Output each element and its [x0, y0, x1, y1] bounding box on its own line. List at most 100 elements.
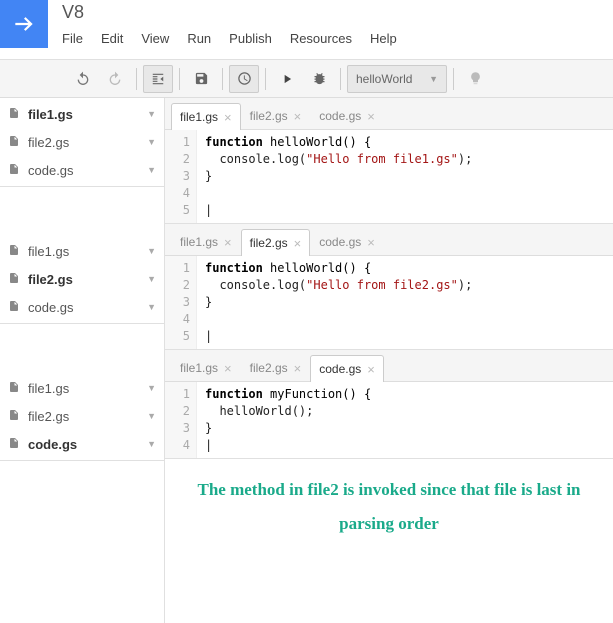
- close-icon[interactable]: ×: [294, 109, 302, 124]
- file-icon: [8, 163, 22, 178]
- tab-label: file1.gs: [180, 110, 218, 124]
- sidebar-file-item[interactable]: code.gs ▼: [0, 293, 164, 321]
- sidebar-file-item[interactable]: file1.gs ▼: [0, 374, 164, 402]
- file-menu-chevron[interactable]: ▼: [147, 439, 156, 449]
- tabstrip: file1.gs × file2.gs × code.gs ×: [165, 350, 613, 382]
- app-logo: [0, 0, 48, 48]
- file-icon: [8, 300, 22, 315]
- tab-label: code.gs: [319, 109, 361, 123]
- editors-column: file1.gs×file2.gs×code.gs×12345function …: [165, 98, 613, 623]
- sidebar-file-item[interactable]: file1.gs ▼: [0, 100, 164, 128]
- file-menu-chevron[interactable]: ▼: [147, 302, 156, 312]
- toolbar: helloWorld ▼: [0, 60, 613, 98]
- file-icon: [8, 135, 22, 150]
- tab-label: file2.gs: [250, 236, 288, 250]
- close-icon[interactable]: ×: [367, 235, 375, 250]
- triggers-button[interactable]: [229, 65, 259, 93]
- file-icon: [8, 381, 22, 396]
- editor-tab[interactable]: code.gs ×: [310, 102, 384, 129]
- close-icon[interactable]: ×: [224, 110, 232, 125]
- tabstrip: file1.gs × file2.gs × code.gs ×: [165, 98, 613, 130]
- run-button[interactable]: [272, 65, 302, 93]
- function-select-label: helloWorld: [356, 72, 412, 86]
- menubar: File Edit View Run Publish Resources Help: [62, 31, 613, 46]
- code-text[interactable]: function helloWorld() { console.log("Hel…: [197, 130, 613, 223]
- chevron-down-icon: ▼: [429, 74, 438, 84]
- annotation-text: The method in file2 is invoked since tha…: [165, 459, 613, 555]
- file-icon: [8, 409, 22, 424]
- file-menu-chevron[interactable]: ▼: [147, 137, 156, 147]
- code-text[interactable]: function helloWorld() { console.log("Hel…: [197, 256, 613, 349]
- file-menu-chevron[interactable]: ▼: [147, 411, 156, 421]
- sidebar-file-item[interactable]: code.gs ▼: [0, 156, 164, 184]
- sidebar: file1.gs▼file2.gs▼code.gs▼file1.gs▼file2…: [0, 98, 165, 623]
- file-name-label: file2.gs: [28, 409, 141, 424]
- file-name-label: file2.gs: [28, 135, 141, 150]
- tab-label: file1.gs: [180, 235, 218, 249]
- close-icon[interactable]: ×: [294, 361, 302, 376]
- tab-label: code.gs: [319, 362, 361, 376]
- editor-tab[interactable]: file1.gs ×: [171, 103, 241, 130]
- file-name-label: code.gs: [28, 437, 141, 452]
- editor-tab[interactable]: file1.gs ×: [171, 354, 241, 381]
- close-icon[interactable]: ×: [367, 362, 375, 377]
- undo-button[interactable]: [68, 65, 98, 93]
- close-icon[interactable]: ×: [294, 236, 302, 251]
- tab-label: file1.gs: [180, 361, 218, 375]
- file-menu-chevron[interactable]: ▼: [147, 165, 156, 175]
- line-gutter: 1234: [165, 382, 197, 458]
- tab-label: file2.gs: [250, 109, 288, 123]
- file-menu-chevron[interactable]: ▼: [147, 246, 156, 256]
- close-icon[interactable]: ×: [224, 235, 232, 250]
- editor-tab[interactable]: file1.gs ×: [171, 228, 241, 255]
- line-gutter: 12345: [165, 256, 197, 349]
- sidebar-file-item[interactable]: file2.gs ▼: [0, 402, 164, 430]
- menu-publish[interactable]: Publish: [229, 31, 272, 46]
- editor-block: file1.gs × file2.gs × code.gs × 12345function …: [165, 98, 613, 224]
- editor-block: file1.gs × file2.gs × code.gs × 1234function m…: [165, 350, 613, 459]
- editor-tab[interactable]: code.gs×: [310, 228, 384, 255]
- tab-label: file2.gs: [250, 361, 288, 375]
- editor-tab[interactable]: file2.gs ×: [241, 354, 311, 381]
- save-button[interactable]: [186, 65, 216, 93]
- debug-button[interactable]: [304, 65, 334, 93]
- editor-block: file1.gs×file2.gs×code.gs×12345function …: [165, 224, 613, 350]
- code-area[interactable]: 12345function helloWorld() { console.log…: [165, 130, 613, 223]
- file-icon: [8, 107, 22, 122]
- file-icon: [8, 437, 22, 452]
- project-title[interactable]: V8: [62, 2, 613, 23]
- menu-run[interactable]: Run: [187, 31, 211, 46]
- code-area[interactable]: 12345function helloWorld() { console.log…: [165, 256, 613, 349]
- indent-button[interactable]: [143, 65, 173, 93]
- header: V8 File Edit View Run Publish Resources Help: [0, 0, 613, 60]
- menu-edit[interactable]: Edit: [101, 31, 123, 46]
- menu-resources[interactable]: Resources: [290, 31, 352, 46]
- editor-tab[interactable]: file2.gs ×: [241, 229, 311, 256]
- main: file1.gs▼file2.gs▼code.gs▼file1.gs▼file2…: [0, 98, 613, 623]
- file-name-label: file1.gs: [28, 381, 141, 396]
- file-name-label: file2.gs: [28, 272, 141, 287]
- file-menu-chevron[interactable]: ▼: [147, 383, 156, 393]
- sidebar-file-item[interactable]: code.gs ▼: [0, 430, 164, 458]
- editor-tab[interactable]: file2.gs ×: [241, 102, 311, 129]
- sidebar-file-item[interactable]: file2.gs ▼: [0, 265, 164, 293]
- close-icon[interactable]: ×: [224, 361, 232, 376]
- menu-view[interactable]: View: [141, 31, 169, 46]
- file-icon: [8, 244, 22, 259]
- code-text[interactable]: function myFunction() { helloWorld(); } …: [197, 382, 613, 458]
- file-menu-chevron[interactable]: ▼: [147, 274, 156, 284]
- close-icon[interactable]: ×: [367, 109, 375, 124]
- menu-help[interactable]: Help: [370, 31, 397, 46]
- editor-tab[interactable]: code.gs ×: [310, 355, 384, 382]
- code-area[interactable]: 1234function myFunction() { helloWorld()…: [165, 382, 613, 458]
- redo-button[interactable]: [100, 65, 130, 93]
- function-select[interactable]: helloWorld ▼: [347, 65, 447, 93]
- file-menu-chevron[interactable]: ▼: [147, 109, 156, 119]
- sidebar-file-item[interactable]: file2.gs ▼: [0, 128, 164, 156]
- file-name-label: file1.gs: [28, 107, 141, 122]
- menu-file[interactable]: File: [62, 31, 83, 46]
- file-name-label: code.gs: [28, 300, 141, 315]
- lightbulb-button[interactable]: [460, 65, 490, 93]
- file-name-label: code.gs: [28, 163, 141, 178]
- sidebar-file-item[interactable]: file1.gs▼: [0, 237, 164, 265]
